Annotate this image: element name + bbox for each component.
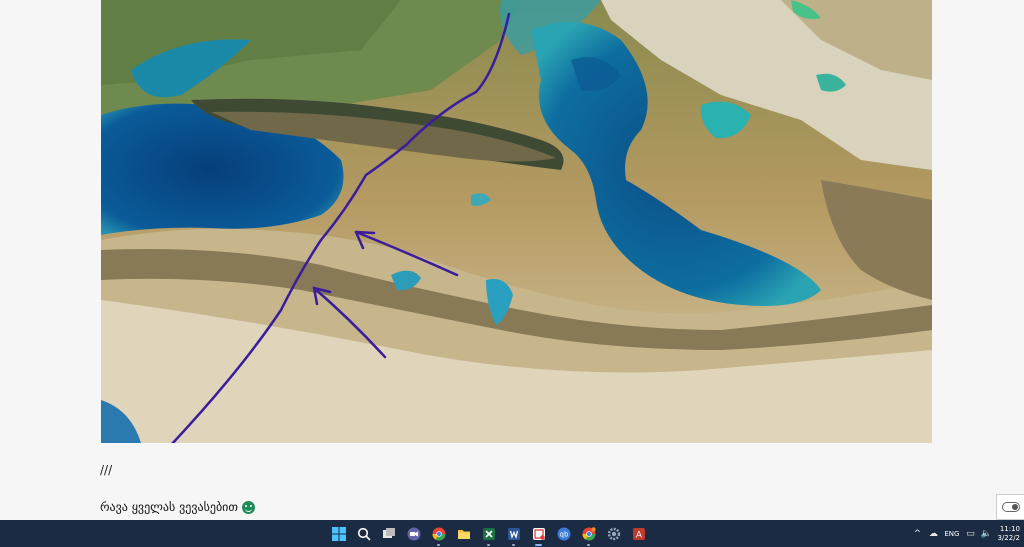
system-tray: ^ ☁ ENG ▭ 🔈 11:10 3/22/2 [912, 520, 1020, 547]
post-separator: /// [100, 463, 113, 477]
windows-start-icon [331, 526, 346, 541]
excel-app-button[interactable] [476, 520, 501, 547]
task-view-button[interactable] [376, 520, 401, 547]
language-indicator[interactable]: ENG [944, 530, 959, 538]
word-app-button[interactable] [501, 520, 526, 547]
clock[interactable]: 11:10 3/22/2 [997, 525, 1020, 543]
chrome-app-button[interactable] [426, 520, 451, 547]
video-call-icon [407, 527, 420, 540]
word-icon [507, 527, 520, 540]
settings-button[interactable] [601, 520, 626, 547]
toggle-icon [1001, 502, 1020, 512]
taskbar-search-button[interactable] [351, 520, 376, 547]
side-panel-toggle[interactable] [996, 494, 1024, 520]
clock-date: 3/22/2 [997, 533, 1020, 542]
smiley-emoji-icon [242, 500, 255, 514]
chrome-profile-button[interactable] [576, 520, 601, 547]
windows-taskbar: qb A ^ ☁ ENG ▭ 🔈 11:10 3/22/2 [0, 520, 1024, 547]
start-button[interactable] [326, 520, 351, 547]
post-caption: რავა ყველას ვევასებით [100, 500, 255, 514]
browser-page: /// რავა ყველას ვევასებით [0, 0, 1024, 520]
qbittorrent-button[interactable]: qb [551, 520, 576, 547]
qbittorrent-icon: qb [557, 527, 570, 540]
taskbar-apps: qb A [326, 520, 651, 547]
network-icon[interactable]: ▭ [965, 529, 975, 539]
snip-icon [532, 527, 545, 540]
caucasus-relief-map-image [101, 0, 932, 443]
access-icon: A [632, 527, 645, 540]
svg-text:qb: qb [559, 530, 568, 538]
chrome-icon [582, 526, 596, 540]
tray-overflow-chevron-icon[interactable]: ^ [912, 529, 922, 539]
meet-app-button[interactable] [401, 520, 426, 547]
file-explorer-button[interactable] [451, 520, 476, 547]
task-view-icon [382, 527, 395, 538]
access-app-button[interactable]: A [626, 520, 651, 547]
volume-icon[interactable]: 🔈 [981, 529, 992, 539]
chrome-icon [432, 527, 445, 540]
clock-time: 11:10 [999, 524, 1020, 533]
search-icon [357, 527, 371, 541]
gear-icon [607, 527, 620, 540]
excel-icon [482, 527, 495, 540]
post-caption-text: რავა ყველას ვევასებით [100, 500, 238, 514]
svg-text:A: A [635, 530, 642, 540]
cloud-icon[interactable]: ☁ [928, 529, 938, 539]
folder-icon [457, 529, 470, 539]
snipping-tool-button[interactable] [526, 520, 551, 547]
